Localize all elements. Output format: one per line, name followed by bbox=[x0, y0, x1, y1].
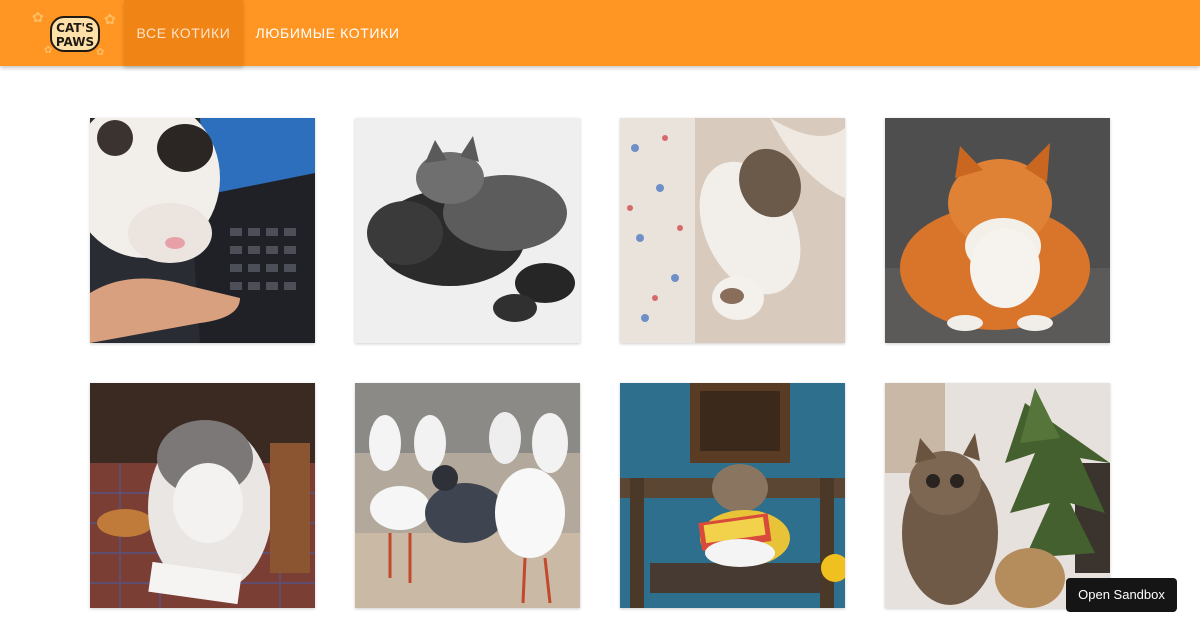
cat-photo bbox=[355, 383, 580, 608]
open-sandbox-button[interactable]: Open Sandbox bbox=[1066, 578, 1177, 612]
tab-all-cats-label: Все котики bbox=[136, 25, 231, 41]
tab-favorite-cats[interactable]: Любимые котики bbox=[244, 0, 411, 66]
logo-text: CAT'S PAWS bbox=[50, 16, 100, 52]
paw-icon: ✿ bbox=[32, 9, 44, 25]
cat-photo bbox=[620, 383, 845, 608]
paw-icon: ✿ bbox=[104, 11, 116, 27]
tab-favorite-cats-label: Любимые котики bbox=[255, 25, 400, 41]
cat-photo bbox=[355, 118, 580, 343]
cat-photo bbox=[620, 118, 845, 343]
cats-paws-logo[interactable]: ✿ ✿ ✿ ✿ CAT'S PAWS bbox=[30, 8, 120, 58]
cat-card[interactable] bbox=[885, 383, 1110, 608]
cat-card[interactable] bbox=[885, 118, 1110, 343]
cat-card[interactable] bbox=[90, 118, 315, 343]
cat-photo bbox=[90, 118, 315, 343]
cat-card[interactable] bbox=[620, 383, 845, 608]
cat-photo bbox=[885, 118, 1110, 343]
cat-card[interactable] bbox=[620, 118, 845, 343]
top-app-bar: ✿ ✿ ✿ ✿ CAT'S PAWS Все котики Любимые ко… bbox=[0, 0, 1200, 66]
cat-card[interactable] bbox=[90, 383, 315, 608]
cat-photo bbox=[885, 383, 1110, 608]
cat-photo bbox=[90, 383, 315, 608]
logo-text-line2: PAWS bbox=[55, 35, 95, 49]
tab-all-cats[interactable]: Все котики bbox=[124, 0, 243, 66]
logo-text-line1: CAT'S bbox=[56, 21, 94, 35]
cat-card[interactable] bbox=[355, 383, 580, 608]
cat-card[interactable] bbox=[355, 118, 580, 343]
open-sandbox-label: Open Sandbox bbox=[1078, 587, 1165, 602]
